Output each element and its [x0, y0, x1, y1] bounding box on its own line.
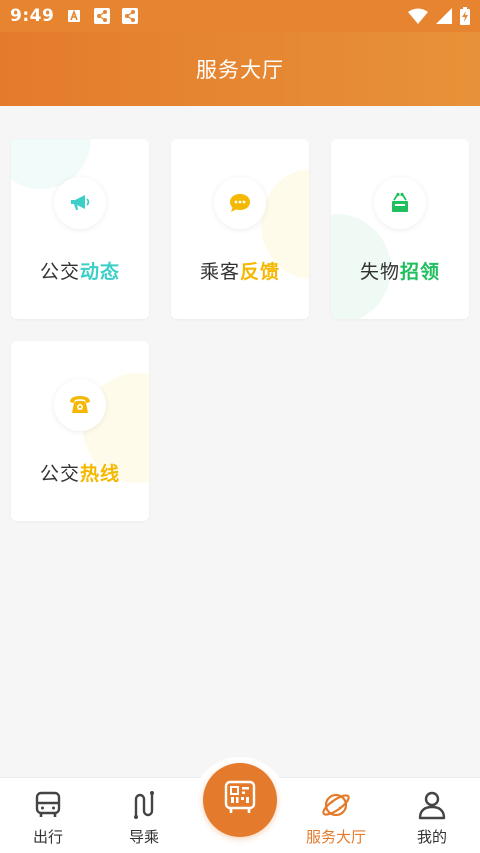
service-card-bus-hotline[interactable]: 公交热线: [11, 341, 149, 521]
service-card-bus-dynamics[interactable]: 公交动态: [11, 139, 149, 319]
tab-service-hall[interactable]: 服务大厅: [288, 778, 384, 853]
share-icon: [94, 8, 111, 24]
battery-charging-icon: [460, 7, 470, 25]
tab-travel[interactable]: 出行: [0, 778, 96, 853]
a-notification-icon: [66, 8, 82, 24]
card-label: 公交动态: [11, 257, 149, 284]
card-label-accent: 动态: [80, 261, 121, 283]
card-label-accent: 反馈: [240, 261, 281, 283]
tab-label: 我的: [416, 828, 447, 846]
bus-icon: [31, 788, 65, 822]
chat-bubble-icon: [214, 177, 266, 229]
tab-label: 服务大厅: [305, 828, 366, 846]
tab-mine[interactable]: 我的: [384, 778, 480, 853]
planet-icon: [319, 788, 353, 822]
qr-code-ride-button[interactable]: [203, 763, 277, 837]
card-label: 失物招领: [331, 257, 469, 284]
tab-guide[interactable]: 导乘: [96, 778, 192, 853]
card-label-accent: 热线: [80, 463, 121, 485]
card-label-prefix: 公交: [39, 261, 80, 283]
card-label: 乘客反馈: [171, 257, 309, 284]
lost-box-icon: [374, 177, 426, 229]
megaphone-icon: [54, 177, 106, 229]
card-label-prefix: 失物: [359, 261, 400, 283]
card-label-accent: 招领: [400, 261, 441, 283]
wifi-icon: [408, 8, 428, 24]
share-icon: [122, 8, 139, 24]
service-card-passenger-feedback[interactable]: 乘客反馈: [171, 139, 309, 319]
qr-bus-code-icon: [222, 780, 258, 820]
card-label-prefix: 公交: [39, 463, 80, 485]
page-title: 服务大厅: [196, 58, 284, 82]
status-bar: 9:49: [0, 0, 480, 32]
service-card-lost-and-found[interactable]: 失物招领: [331, 139, 469, 319]
tab-label: 出行: [32, 828, 63, 846]
status-time: 9:49: [10, 6, 55, 26]
telephone-icon: [54, 379, 106, 431]
card-label-prefix: 乘客: [199, 261, 240, 283]
tab-label: 导乘: [128, 828, 159, 846]
person-icon: [415, 788, 449, 822]
header: 服务大厅: [0, 32, 480, 106]
signal-icon: [436, 8, 452, 24]
route-icon: [127, 788, 161, 822]
card-label: 公交热线: [11, 459, 149, 486]
